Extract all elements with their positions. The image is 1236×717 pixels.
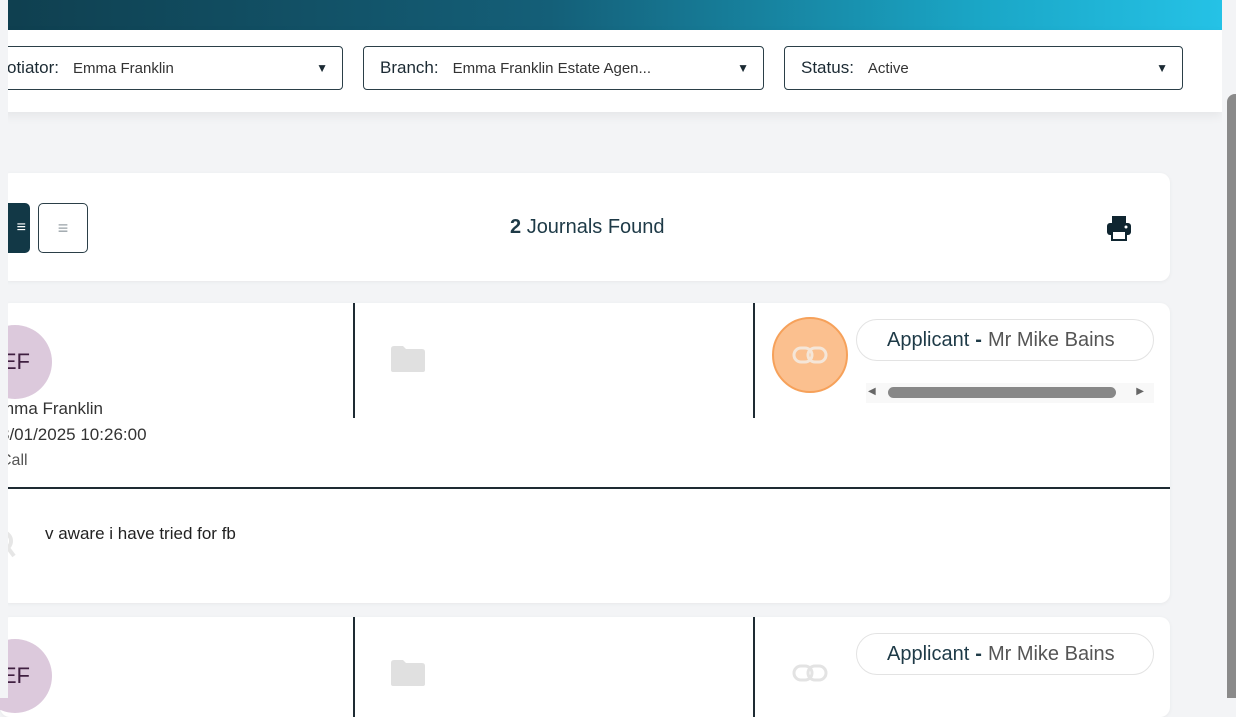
journals-found-count: 2 Journals Found [510, 216, 665, 239]
linked-entity-name: Mr Mike Bains [987, 328, 1115, 351]
column-divider [353, 617, 355, 717]
journal-datetime: 3/01/2025 10:26:00 [0, 425, 147, 444]
viewport-left-edge [0, 0, 8, 698]
negotiator-name: mma Franklin [0, 399, 103, 418]
journals-found-label: Journals Found [526, 216, 665, 238]
list-view-button[interactable]: ≡ [38, 203, 88, 253]
linked-entity-pill[interactable]: Applicant - Mr Mike Bains [856, 319, 1154, 361]
status-filter-label: Status: [801, 58, 854, 77]
negotiator-filter[interactable]: otiator: Emma Franklin ▼ [0, 46, 343, 90]
branch-filter-label: Branch: [380, 58, 439, 77]
journal-card: EF Applicant - Mr Mike Bains [0, 617, 1170, 717]
scroll-left-arrow-icon[interactable]: ◀ [868, 386, 876, 397]
column-divider [753, 303, 755, 418]
folder-icon[interactable] [390, 345, 426, 373]
print-icon[interactable] [1104, 213, 1134, 243]
filter-bar: otiator: Emma Franklin ▼ Branch: Emma Fr… [0, 30, 1222, 112]
linked-entities-scrollbar[interactable]: ◀ ▶ [866, 383, 1154, 403]
link-button[interactable] [772, 317, 848, 393]
linked-entity-pill[interactable]: Applicant - Mr Mike Bains [856, 633, 1154, 675]
list-view-icon: ≡ [57, 217, 69, 238]
negotiator-filter-value: Emma Franklin [72, 59, 174, 77]
grid-view-icon: ≡ [16, 219, 26, 236]
link-button[interactable] [790, 653, 830, 693]
status-filter[interactable]: Status: Active ▼ [784, 46, 1183, 90]
linked-entity-type: Applicant [887, 328, 970, 351]
page-scrollbar-thumb[interactable] [1227, 94, 1236, 698]
top-header-bar [0, 0, 1222, 30]
negotiator-filter-label: otiator: [7, 58, 59, 77]
status-filter-value: Active [867, 59, 909, 77]
linked-entity-type: Applicant [887, 642, 970, 665]
scrollbar-thumb[interactable] [888, 387, 1116, 398]
section-divider [0, 487, 1170, 489]
journal-meta: mma Franklin 3/01/2025 10:26:00 Call [0, 396, 147, 474]
linked-entity-separator: - [975, 642, 982, 665]
journal-card: EF mma Franklin 3/01/2025 10:26:00 Call … [0, 303, 1170, 603]
branch-filter-value: Emma Franklin Estate Agen... [452, 59, 652, 77]
column-divider [353, 303, 355, 418]
column-divider [753, 617, 755, 717]
link-icon [792, 346, 828, 364]
results-header-card: ≡ ≡ 2 Journals Found [0, 173, 1170, 281]
linked-entity-name: Mr Mike Bains [987, 642, 1115, 665]
journal-type: Call [0, 452, 28, 469]
caret-down-icon: ▼ [316, 61, 328, 75]
scroll-right-arrow-icon[interactable]: ▶ [1136, 386, 1144, 397]
link-icon [792, 664, 828, 682]
caret-down-icon: ▼ [737, 61, 749, 75]
linked-entity-separator: - [975, 328, 982, 351]
caret-down-icon: ▼ [1156, 61, 1168, 75]
journals-count: 2 [510, 216, 522, 238]
journal-note-text: v aware i have tried for fb [45, 524, 236, 543]
branch-filter[interactable]: Branch: Emma Franklin Estate Agen... ▼ [363, 46, 764, 90]
folder-icon[interactable] [390, 659, 426, 687]
